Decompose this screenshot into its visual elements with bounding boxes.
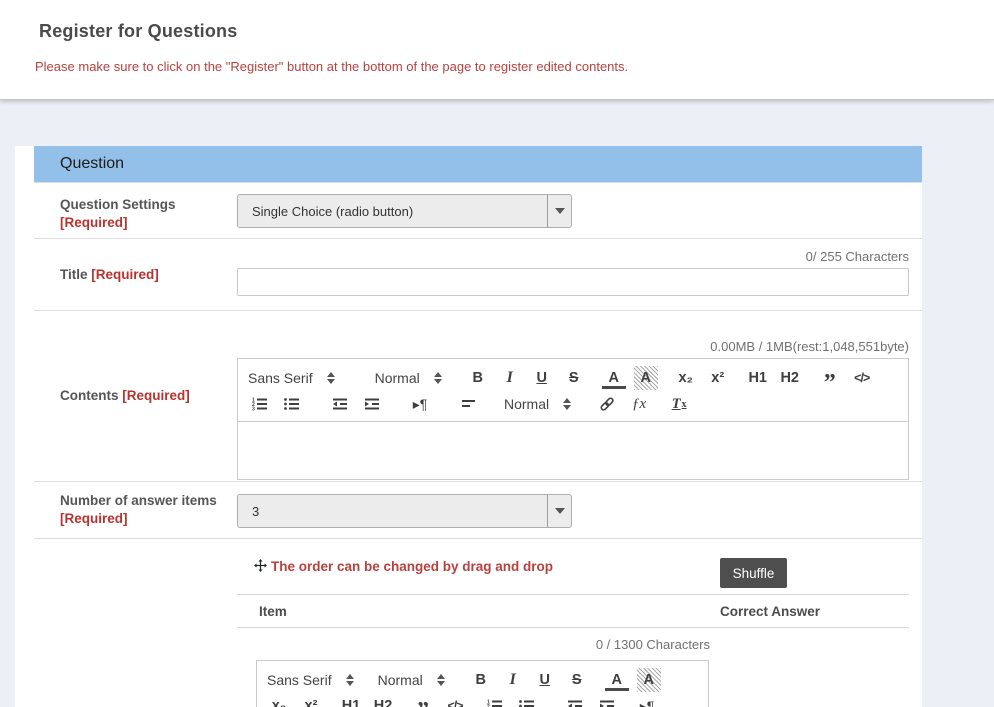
contents-editor-toolbar: Sans Serif Normal B I U bbox=[238, 359, 908, 422]
required-badge: [Required] bbox=[60, 511, 128, 526]
updown-icon bbox=[346, 674, 354, 686]
strikethrough-button[interactable]: S bbox=[565, 668, 589, 692]
text-color-button[interactable]: A bbox=[602, 369, 626, 389]
title-row: Title [Required] 0/ 255 Characters bbox=[34, 238, 922, 310]
indent-button[interactable] bbox=[360, 392, 384, 416]
top-header: Register for Questions Please make sure … bbox=[0, 0, 994, 100]
updown-icon bbox=[437, 674, 445, 686]
text-color-button[interactable]: A bbox=[605, 671, 629, 691]
answer-items-label: Number of answer items [Required] bbox=[34, 482, 237, 538]
title-char-counter: 0/ 255 Characters bbox=[237, 249, 909, 264]
superscript-button[interactable]: x² bbox=[299, 694, 323, 707]
code-block-button[interactable]: </> bbox=[443, 694, 467, 707]
outdent-button[interactable] bbox=[328, 392, 352, 416]
register-note: Please make sure to click on the "Regist… bbox=[35, 59, 628, 74]
title-label: Title [Required] bbox=[34, 239, 237, 310]
highlight-color-button[interactable]: A bbox=[637, 668, 661, 692]
underline-button[interactable]: U bbox=[530, 366, 554, 390]
drag-note: The order can be changed by drag and dro… bbox=[254, 559, 553, 575]
text-direction-button[interactable]: ▸¶ bbox=[408, 392, 432, 416]
answer-items-row: Number of answer items [Required] 3 bbox=[34, 481, 922, 538]
svg-text:3: 3 bbox=[252, 407, 255, 412]
heading-picker[interactable]: Normal bbox=[378, 672, 445, 688]
superscript-button[interactable]: x² bbox=[706, 366, 730, 390]
contents-label: Contents [Required] bbox=[34, 311, 237, 481]
subscript-button[interactable]: x₂ bbox=[267, 694, 291, 707]
chevron-down-icon[interactable] bbox=[547, 495, 571, 527]
header2-button[interactable]: H2 bbox=[778, 366, 802, 390]
code-block-button[interactable]: </> bbox=[850, 366, 874, 390]
contents-size-counter: 0.00MB / 1MB(rest:1,048,551byte) bbox=[237, 339, 909, 354]
required-badge: [Required] bbox=[60, 215, 128, 230]
updown-icon bbox=[327, 372, 335, 384]
item-editor-toolbar: Sans Serif Normal B I U bbox=[257, 661, 708, 707]
ordered-list-button[interactable]: 123 bbox=[248, 392, 272, 416]
move-icon bbox=[254, 559, 267, 575]
page: Register for Questions Please make sure … bbox=[0, 0, 994, 707]
answer-count-value: 3 bbox=[238, 504, 547, 519]
bold-button[interactable]: B bbox=[466, 366, 490, 390]
item-char-counter: 0 / 1300 Characters bbox=[237, 628, 710, 652]
updown-icon bbox=[434, 372, 442, 384]
item-column-header: Item bbox=[259, 604, 287, 619]
highlight-color-button[interactable]: A bbox=[634, 366, 658, 390]
chevron-down-icon[interactable] bbox=[547, 195, 571, 227]
outdent-button[interactable] bbox=[563, 694, 587, 707]
link-icon[interactable] bbox=[595, 392, 619, 416]
correct-answer-column-header: Correct Answer bbox=[720, 604, 820, 619]
ordered-list-button[interactable]: 123 bbox=[483, 694, 507, 707]
contents-editor: Sans Serif Normal B I U bbox=[237, 358, 909, 480]
question-settings-label: Question Settings [Required] bbox=[34, 183, 237, 232]
answer-count-select[interactable]: 3 bbox=[237, 494, 572, 528]
bullet-list-button[interactable] bbox=[280, 392, 304, 416]
indent-button[interactable] bbox=[595, 694, 619, 707]
drag-note-row: The order can be changed by drag and dro… bbox=[237, 539, 909, 594]
header1-button[interactable]: H1 bbox=[746, 366, 770, 390]
bullet-list-button[interactable] bbox=[515, 694, 539, 707]
size-picker[interactable]: Normal bbox=[504, 396, 571, 412]
updown-icon bbox=[563, 398, 571, 410]
strikethrough-button[interactable]: S bbox=[562, 366, 586, 390]
required-badge: [Required] bbox=[91, 267, 159, 282]
question-settings-row: Question Settings [Required] Single Choi… bbox=[34, 182, 922, 238]
underline-button[interactable]: U bbox=[533, 668, 557, 692]
text-direction-button[interactable]: ▸¶ bbox=[635, 694, 659, 707]
items-table-header: Item Correct Answer bbox=[237, 594, 909, 628]
italic-button[interactable]: I bbox=[501, 668, 525, 692]
page-title: Register for Questions bbox=[39, 21, 237, 42]
align-button[interactable] bbox=[456, 392, 480, 416]
blockquote-button[interactable]: ” bbox=[411, 694, 435, 707]
contents-editor-area[interactable] bbox=[238, 422, 908, 479]
shuffle-button[interactable]: Shuffle bbox=[720, 558, 787, 588]
clean-format-button[interactable]: Tx bbox=[667, 392, 691, 416]
font-picker[interactable]: Sans Serif bbox=[248, 370, 335, 386]
question-type-value: Single Choice (radio button) bbox=[238, 204, 547, 219]
font-picker[interactable]: Sans Serif bbox=[267, 672, 354, 688]
section-title: Question bbox=[60, 155, 124, 173]
contents-row: Contents [Required] 0.00MB / 1MB(rest:1,… bbox=[34, 310, 922, 481]
section-header-question: Question bbox=[34, 146, 922, 182]
question-card: Question Question Settings [Required] Si… bbox=[34, 146, 922, 707]
heading-picker[interactable]: Normal bbox=[375, 370, 442, 386]
item-editor: Sans Serif Normal B I U bbox=[256, 660, 709, 707]
title-input[interactable] bbox=[237, 268, 909, 296]
header2-button[interactable]: H2 bbox=[371, 694, 395, 707]
items-section: The order can be changed by drag and dro… bbox=[34, 538, 922, 707]
question-type-select[interactable]: Single Choice (radio button) bbox=[237, 194, 572, 228]
header1-button[interactable]: H1 bbox=[339, 694, 363, 707]
required-badge: [Required] bbox=[122, 388, 190, 403]
subscript-button[interactable]: x₂ bbox=[674, 366, 698, 390]
bold-button[interactable]: B bbox=[469, 668, 493, 692]
italic-button[interactable]: I bbox=[498, 366, 522, 390]
formula-button[interactable]: ƒx bbox=[627, 392, 651, 416]
blockquote-button[interactable]: ” bbox=[818, 366, 842, 390]
